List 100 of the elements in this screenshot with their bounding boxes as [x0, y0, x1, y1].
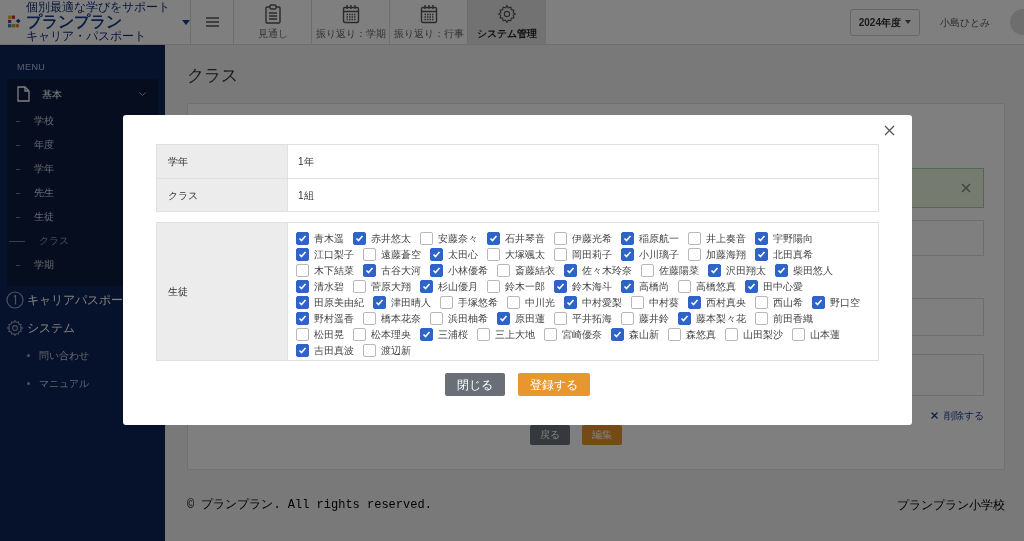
student-option[interactable]: 西村真央 — [688, 296, 746, 309]
student-option[interactable]: 渡辺新 — [363, 344, 411, 357]
checkbox[interactable] — [353, 232, 366, 245]
student-option[interactable]: 三浦桜 — [420, 328, 468, 341]
checkbox[interactable] — [296, 344, 309, 357]
student-option[interactable]: 佐藤陽菜 — [641, 264, 699, 277]
checkbox[interactable] — [363, 248, 376, 261]
checkbox[interactable] — [708, 264, 721, 277]
student-option[interactable]: 柴田悠人 — [775, 264, 833, 277]
submenu-item[interactable]: 学期 — [7, 253, 54, 278]
student-option[interactable]: 藤本梨々花 — [678, 312, 746, 325]
checkbox[interactable] — [296, 312, 309, 325]
student-option[interactable]: 井上奏音 — [688, 232, 746, 245]
checkbox[interactable] — [755, 248, 768, 261]
checkbox[interactable] — [497, 312, 510, 325]
student-option[interactable]: 松田晃 — [296, 328, 344, 341]
student-option[interactable]: 手塚悠希 — [440, 296, 498, 309]
menu-link[interactable]: マニュアル — [0, 369, 89, 398]
student-option[interactable]: 大塚颯太 — [487, 248, 545, 261]
student-option[interactable]: 津田晴人 — [373, 296, 431, 309]
checkbox[interactable] — [725, 328, 738, 341]
checkbox[interactable] — [353, 328, 366, 341]
checkbox[interactable] — [420, 232, 433, 245]
student-option[interactable]: 田中心愛 — [745, 280, 803, 293]
checkbox[interactable] — [745, 280, 758, 293]
nav-tab[interactable]: システム管理 — [467, 0, 545, 44]
submenu-item[interactable]: 学校 — [7, 109, 54, 134]
student-option[interactable]: 浜田柚希 — [430, 312, 488, 325]
checkbox[interactable] — [678, 280, 691, 293]
checkbox[interactable] — [296, 296, 309, 309]
checkbox[interactable] — [621, 232, 634, 245]
student-option[interactable]: 森悠真 — [668, 328, 716, 341]
checkbox[interactable] — [554, 280, 567, 293]
submenu-item[interactable]: 年度 — [7, 133, 54, 158]
student-option[interactable]: 北田真希 — [755, 248, 813, 261]
checkbox[interactable] — [755, 232, 768, 245]
checkbox[interactable] — [477, 328, 490, 341]
student-option[interactable]: 中村愛梨 — [564, 296, 622, 309]
menu-section[interactable]: システム — [0, 313, 75, 342]
student-option[interactable]: 野口空 — [812, 296, 860, 309]
student-option[interactable]: 清水碧 — [296, 280, 344, 293]
student-option[interactable]: 稲原航一 — [621, 232, 679, 245]
dialog-button[interactable]: 閉じる — [445, 373, 505, 396]
submenu-item[interactable]: 先生 — [7, 181, 54, 206]
menu-group-header[interactable]: 基本 — [7, 78, 158, 110]
student-option[interactable]: 松本理央 — [353, 328, 411, 341]
checkbox[interactable] — [420, 280, 433, 293]
student-option[interactable]: 三上大地 — [477, 328, 535, 341]
checkbox[interactable] — [363, 264, 376, 277]
year-select[interactable]: 2024年度 — [849, 8, 920, 36]
checkbox[interactable] — [554, 312, 567, 325]
checkbox[interactable] — [296, 264, 309, 277]
student-option[interactable]: 森山新 — [611, 328, 659, 341]
student-option[interactable]: 平井拓海 — [554, 312, 612, 325]
student-option[interactable]: 杉山優月 — [420, 280, 478, 293]
checkbox[interactable] — [296, 248, 309, 261]
student-option[interactable]: 安藤奈々 — [420, 232, 478, 245]
student-option[interactable]: 小川璃子 — [621, 248, 679, 261]
student-option[interactable]: 斎藤結衣 — [497, 264, 555, 277]
student-option[interactable]: 遠藤蒼空 — [363, 248, 421, 261]
checkbox[interactable] — [363, 312, 376, 325]
student-option[interactable]: 吉田真波 — [296, 344, 354, 357]
menu-icon[interactable] — [205, 17, 219, 27]
checkbox[interactable] — [564, 264, 577, 277]
student-option[interactable]: 宇野陽向 — [755, 232, 813, 245]
student-option[interactable]: 橋本花奈 — [363, 312, 421, 325]
student-option[interactable]: 青木遥 — [296, 232, 344, 245]
checkbox[interactable] — [641, 264, 654, 277]
checkbox[interactable] — [688, 248, 701, 261]
checkbox[interactable] — [621, 248, 634, 261]
checkbox[interactable] — [353, 280, 366, 293]
checkbox[interactable] — [487, 280, 500, 293]
checkbox[interactable] — [611, 328, 624, 341]
checkbox[interactable] — [430, 248, 443, 261]
delete-link[interactable]: 削除する — [931, 407, 984, 423]
student-option[interactable]: 沢田翔太 — [708, 264, 766, 277]
checkbox[interactable] — [296, 232, 309, 245]
student-option[interactable]: 伊藤光希 — [554, 232, 612, 245]
checkbox[interactable] — [487, 232, 500, 245]
student-option[interactable]: 宮崎優奈 — [544, 328, 602, 341]
checkbox[interactable] — [430, 312, 443, 325]
checkbox[interactable] — [296, 280, 309, 293]
checkbox[interactable] — [420, 328, 433, 341]
student-option[interactable]: 木下結菜 — [296, 264, 354, 277]
checkbox[interactable] — [554, 232, 567, 245]
checkbox[interactable] — [363, 344, 376, 357]
checkbox[interactable] — [688, 232, 701, 245]
student-option[interactable]: 中川光 — [507, 296, 555, 309]
checkbox[interactable] — [621, 312, 634, 325]
checkbox[interactable] — [554, 248, 567, 261]
student-option[interactable]: 原田蓮 — [497, 312, 545, 325]
checkbox[interactable] — [688, 296, 701, 309]
student-option[interactable]: 古谷大河 — [363, 264, 421, 277]
checkbox[interactable] — [296, 328, 309, 341]
student-option[interactable]: 高橋尚 — [621, 280, 669, 293]
checkbox[interactable] — [775, 264, 788, 277]
student-option[interactable]: 藤井鈴 — [621, 312, 669, 325]
student-option[interactable]: 西山希 — [755, 296, 803, 309]
student-option[interactable]: 高橋悠真 — [678, 280, 736, 293]
checkbox[interactable] — [792, 328, 805, 341]
